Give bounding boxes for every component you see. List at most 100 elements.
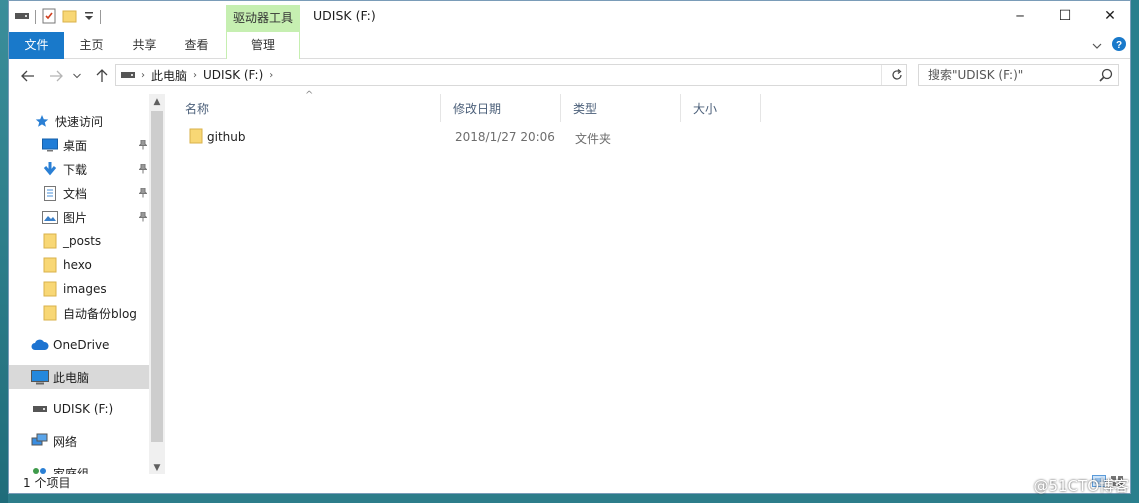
desktop-background-right: [1131, 0, 1139, 503]
nav-item-udisk[interactable]: UDISK (F:): [9, 397, 149, 421]
item-count: 1 个项目: [23, 476, 71, 490]
nav-item-hexo[interactable]: hexo: [9, 253, 149, 277]
navigation-scrollbar[interactable]: ▲ ▼: [149, 94, 165, 476]
status-bar: 1 个项目: [9, 474, 1130, 493]
pin-icon[interactable]: [138, 211, 148, 225]
breadcrumb-separator-icon[interactable]: ›: [269, 70, 273, 81]
column-header-size[interactable]: 大小: [681, 94, 761, 122]
pictures-icon: [41, 208, 59, 226]
properties-icon[interactable]: [42, 8, 56, 27]
toolbar-separator: [35, 10, 36, 24]
breadcrumb-separator-icon[interactable]: ›: [141, 70, 145, 81]
address-row: › 此电脑 › UDISK (F:) ›: [9, 59, 1130, 94]
nav-item-label: _posts: [63, 234, 102, 248]
watermark: @51CTO博客: [1033, 477, 1129, 495]
column-header-type[interactable]: 类型: [561, 94, 681, 122]
nav-item-label: hexo: [63, 258, 92, 272]
new-folder-icon[interactable]: [62, 8, 78, 27]
nav-item-label: 桌面: [63, 138, 88, 153]
nav-item-label: 快速访问: [55, 114, 104, 129]
nav-item-pictures[interactable]: 图片: [9, 205, 149, 229]
minimize-button[interactable]: ─: [997, 1, 1043, 31]
tab-file[interactable]: 文件: [9, 32, 64, 59]
maximize-icon: ☐: [1058, 8, 1072, 24]
svg-text:?: ?: [1116, 40, 1122, 51]
refresh-button[interactable]: [887, 64, 907, 86]
breadcrumb-this-pc[interactable]: 此电脑: [151, 67, 187, 84]
recent-locations-button[interactable]: [71, 67, 83, 85]
drive-icon: [121, 71, 135, 79]
file-name: github: [207, 130, 246, 144]
help-icon[interactable]: ?: [1112, 37, 1126, 54]
nav-item-label: 网络: [53, 434, 78, 449]
tab-home[interactable]: 主页: [69, 32, 114, 59]
ribbon-tabs: 文件 主页 共享 查看 管理 ?: [9, 32, 1130, 59]
nav-item-posts[interactable]: _posts: [9, 229, 149, 253]
forward-button[interactable]: [47, 67, 65, 85]
nav-item-network[interactable]: 网络: [9, 429, 149, 453]
pin-icon[interactable]: [138, 187, 148, 201]
nav-item-desktop[interactable]: 桌面: [9, 133, 149, 157]
drive-tools-context-tab: 驱动器工具: [226, 5, 300, 32]
column-header-date[interactable]: 修改日期: [441, 94, 561, 122]
nav-item-label: 文档: [63, 186, 88, 201]
scroll-up-icon[interactable]: ▲: [149, 94, 165, 110]
customize-toolbar-icon[interactable]: [84, 10, 94, 25]
ribbon-help-area: ?: [1092, 37, 1126, 54]
pin-icon[interactable]: [138, 139, 148, 153]
star-icon: [33, 112, 51, 130]
nav-item-label: images: [63, 282, 107, 296]
computer-icon: [31, 368, 49, 386]
close-button[interactable]: ✕: [1087, 1, 1133, 31]
column-header-name[interactable]: 名称: [173, 94, 441, 122]
quick-access-toolbar: [15, 7, 101, 27]
close-icon: ✕: [1104, 8, 1116, 24]
nav-item-label: 下载: [63, 162, 88, 177]
tab-share[interactable]: 共享: [122, 32, 167, 59]
nav-item-this-pc[interactable]: 此电脑: [9, 365, 149, 389]
search-box[interactable]: [918, 64, 1119, 86]
file-type: 文件夹: [575, 132, 612, 146]
minimize-icon: ─: [1016, 9, 1024, 23]
table-row[interactable]: github 2018/1/27 20:06 文件夹: [173, 126, 773, 148]
download-icon: [41, 160, 59, 178]
tab-view[interactable]: 查看: [174, 32, 219, 59]
drive-icon[interactable]: [15, 10, 29, 24]
search-input[interactable]: [919, 65, 1089, 85]
breadcrumb-udisk[interactable]: UDISK (F:): [203, 68, 263, 82]
desktop-background-left: [0, 0, 8, 503]
nav-item-images[interactable]: images: [9, 277, 149, 301]
nav-item-auto-backup-blog[interactable]: 自动备份blog: [9, 301, 149, 325]
title-bar: 驱动器工具 UDISK (F:) ─ ☐ ✕: [9, 1, 1130, 32]
nav-item-label: UDISK (F:): [53, 402, 114, 416]
back-button[interactable]: [19, 67, 37, 85]
refresh-icon: [891, 69, 902, 80]
nav-item-documents[interactable]: 文档: [9, 181, 149, 205]
scrollbar-thumb[interactable]: [151, 111, 163, 442]
forward-arrow-icon: [50, 70, 63, 82]
nav-item-onedrive[interactable]: OneDrive: [9, 333, 149, 357]
nav-item-quick-access[interactable]: 快速访问: [9, 109, 149, 133]
file-list: ^ 名称 修改日期 类型 大小 github 2018/1/27 20:06 文…: [173, 90, 1130, 476]
pin-icon[interactable]: [138, 163, 148, 177]
navigation-pane: 快速访问 桌面 下载 文档 图片 _posts hexo images 自动备份…: [9, 94, 164, 476]
breadcrumb-separator-icon[interactable]: ›: [193, 70, 197, 81]
tab-manage[interactable]: 管理: [226, 32, 300, 59]
address-bar[interactable]: › 此电脑 › UDISK (F:) ›: [115, 64, 904, 86]
search-icon[interactable]: [1099, 68, 1113, 85]
explorer-window: 驱动器工具 UDISK (F:) ─ ☐ ✕ 文件 主页 共享 查看 管理 ?: [8, 0, 1131, 494]
folder-icon: [41, 232, 59, 250]
document-icon: [41, 184, 59, 202]
nav-item-label: 自动备份blog: [63, 306, 137, 321]
nav-item-downloads[interactable]: 下载: [9, 157, 149, 181]
folder-icon: [41, 256, 59, 274]
back-arrow-icon: [21, 70, 34, 82]
folder-icon: [41, 304, 59, 322]
chevron-down-icon: [73, 73, 81, 79]
up-button[interactable]: [93, 67, 111, 85]
nav-item-label: 此电脑: [53, 370, 90, 385]
network-icon: [31, 432, 49, 450]
maximize-button[interactable]: ☐: [1042, 1, 1088, 31]
file-date: 2018/1/27 20:06: [455, 130, 555, 144]
expand-ribbon-icon[interactable]: [1092, 39, 1102, 53]
